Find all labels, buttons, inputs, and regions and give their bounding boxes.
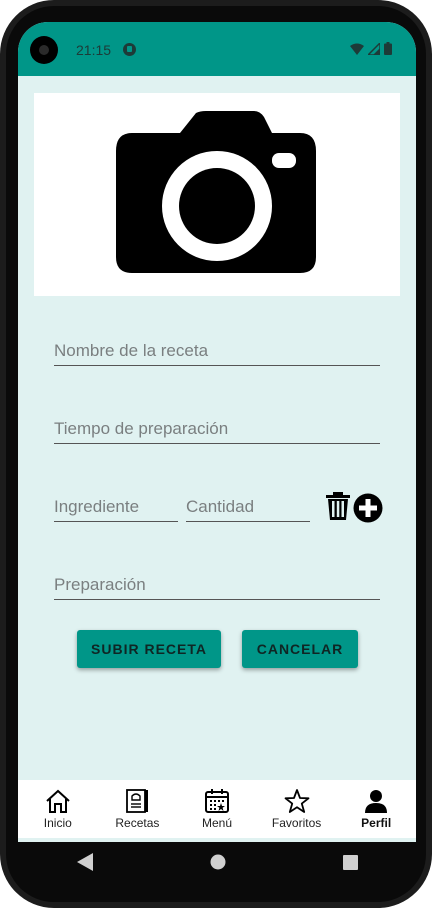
calendar-icon [204, 789, 229, 813]
nav-item-menu[interactable]: Menú [177, 780, 257, 838]
nav-label-perfil: Perfil [361, 816, 392, 830]
quantity-input[interactable] [186, 492, 310, 521]
app-screen: 21:15 Nombre de la receta Tiempo de prep… [18, 22, 416, 842]
recents-icon[interactable] [342, 854, 358, 870]
nav-label-menu: Menú [201, 816, 232, 830]
nav-item-recetas[interactable]: Recetas [98, 780, 178, 838]
notification-app-icon [123, 43, 136, 56]
status-icons [350, 42, 392, 55]
plus-circle-icon [353, 493, 383, 523]
submit-recipe-button[interactable]: SUBIR RECETA [77, 630, 221, 668]
nav-label-inicio: Inicio [43, 816, 72, 830]
wifi-icon [350, 43, 364, 55]
home-button-icon[interactable] [210, 854, 226, 870]
recipe-name-input[interactable] [54, 336, 380, 365]
prep-time-field[interactable] [54, 414, 380, 444]
nav-label-recetas: Recetas [115, 816, 160, 830]
recipe-photo-picker[interactable] [34, 93, 400, 296]
trash-icon [326, 492, 350, 520]
add-ingredient-button[interactable] [353, 493, 383, 523]
bottom-navigation: Inicio Recetas Menú Favoritos Perfil [18, 780, 416, 838]
nav-item-inicio[interactable]: Inicio [18, 780, 98, 838]
signal-icon [368, 42, 380, 55]
ingredient-input[interactable] [54, 492, 178, 521]
nav-item-favoritos[interactable]: Favoritos [257, 780, 337, 838]
nav-label-favoritos: Favoritos [271, 816, 322, 830]
front-camera [30, 36, 58, 64]
person-icon [365, 790, 388, 813]
star-icon [284, 789, 309, 813]
quantity-field[interactable] [186, 492, 310, 522]
status-time: 21:15 [76, 42, 112, 58]
system-navigation-bar [18, 842, 416, 882]
camera-icon [116, 111, 316, 273]
cancel-button[interactable]: CANCELAR [242, 630, 358, 668]
delete-ingredient-button[interactable] [326, 492, 350, 520]
status-bar: 21:15 [18, 22, 416, 76]
recipe-book-icon [126, 789, 149, 813]
recipe-name-field[interactable] [54, 336, 380, 366]
battery-icon [384, 42, 392, 55]
ingredient-field[interactable] [54, 492, 178, 522]
nav-item-perfil[interactable]: Perfil [336, 780, 416, 838]
preparation-field[interactable] [54, 570, 380, 600]
home-icon [46, 789, 70, 813]
preparation-input[interactable] [54, 570, 380, 599]
back-icon[interactable] [76, 853, 93, 871]
prep-time-input[interactable] [54, 414, 380, 443]
